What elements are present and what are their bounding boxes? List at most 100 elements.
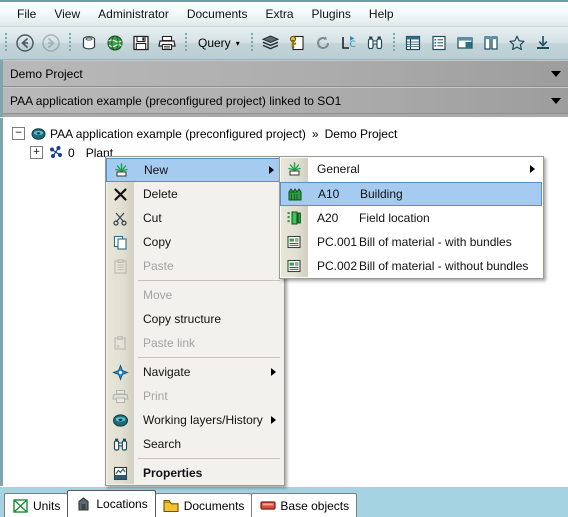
tree-node-root[interactable]: − PAA application example (preconfigured… [3,124,568,143]
tab-base-objects-label: Base objects [280,498,350,513]
query-button[interactable]: Query ▾ [192,34,246,52]
tab-documents-label: Documents [183,498,245,513]
menu-item-file[interactable]: File [8,5,45,23]
documents-icon [163,498,180,513]
layers-icon[interactable] [258,30,284,56]
form-icon[interactable] [452,30,478,56]
binoculars-icon [107,432,134,456]
navigate-icon [107,360,134,384]
forward-arrow-icon [38,30,64,56]
layers-sphere-icon [107,408,134,432]
context-menu-item-paste-label: Paste [143,259,174,273]
back-arrow-icon[interactable] [12,30,38,56]
globe-icon[interactable] [102,30,128,56]
copy-icon [107,230,134,254]
menu-item-administrator[interactable]: Administrator [89,5,178,23]
tab-locations[interactable]: Locations [67,490,156,517]
submenu-item-a10-label: Building [360,187,403,201]
context-menu-item-navigate[interactable]: Navigate [106,360,284,384]
tree-node-root-suffix: Demo Project [324,126,398,141]
menu-item-documents[interactable]: Documents [178,5,257,23]
menu-item-help[interactable]: Help [360,5,403,23]
context-menu-item-copy-structure-label: Copy structure [143,312,222,326]
project-combo[interactable]: Demo Project [3,60,568,87]
submenu-item-a20-code: A20 [317,211,339,225]
context-menu-item-new-label: New [144,163,169,177]
context-menu-item-copy[interactable]: Copy [106,230,284,254]
submenu-item-pc001-bom-with-bundles[interactable]: PC.001 Bill of material - with bundles [280,230,543,254]
context-menu-item-move-label: Move [143,288,173,302]
tab-documents[interactable]: Documents [154,493,253,517]
table-icon[interactable] [400,30,426,56]
context-menu-item-properties-label: Properties [143,466,203,480]
print-icon[interactable] [154,30,180,56]
toolbar-separator [185,33,187,53]
refresh-icon[interactable] [310,30,336,56]
context-menu-item-print: Print [106,384,284,408]
tab-base-objects[interactable]: Base objects [251,493,358,517]
building-icon [282,182,309,206]
columns-icon[interactable] [478,30,504,56]
tree-node-plant-number: 0 [68,145,75,160]
submenu-item-pc002-label: Bill of material - without bundles [359,259,529,273]
binoculars-icon[interactable] [362,30,388,56]
context-menu-separator [138,458,280,459]
redirect-icon[interactable]: C [336,30,362,56]
tab-units[interactable]: Units [4,493,69,517]
new-plant-icon [108,158,135,182]
submenu-item-general-label: General [317,162,360,176]
context-menu-item-copy-structure[interactable]: Copy structure [106,307,284,331]
context-menu-item-cut[interactable]: Cut [106,206,284,230]
application-combo[interactable]: PAA application example (preconfigured p… [3,87,568,114]
field-icon [281,206,308,230]
context-menu-item-paste-link-label: Paste link [143,336,196,350]
save-icon[interactable] [128,30,154,56]
context-menu-item-properties[interactable]: Properties [106,461,284,485]
context-menu-item-cut-label: Cut [143,211,162,225]
context-menu-separator [138,357,280,358]
context-menu: New Delete Cut Copy Paste Move Copy stru… [105,156,285,486]
list-icon[interactable] [426,30,452,56]
menu-item-extra[interactable]: Extra [257,5,303,23]
favorite-star-icon[interactable] [504,30,530,56]
context-menu-separator [138,280,280,281]
toolbar-separator [392,33,395,53]
context-menu-item-search-label: Search [143,437,182,451]
submenu-item-pc002-bom-without-bundles[interactable]: PC.002 Bill of material - without bundles [280,254,543,278]
context-menu-item-delete[interactable]: Delete [106,182,284,206]
toolbar-separator [5,33,7,53]
chevron-down-icon: ▾ [235,38,240,48]
menu-item-view[interactable]: View [45,5,89,23]
tree-expander-expand[interactable]: + [30,146,43,159]
database-icon[interactable] [76,30,102,56]
units-icon [12,498,29,513]
submenu-item-general[interactable]: General [280,157,543,181]
tree-node-separator: » [311,126,319,141]
context-menu-item-navigate-label: Navigate [143,365,191,379]
context-menu-item-print-label: Print [143,389,168,403]
submenu-arrow-icon [271,368,276,376]
no-icon-placeholder [107,283,134,307]
submenu-arrow-icon [530,165,535,173]
context-menu-item-search[interactable]: Search [106,432,284,456]
key-document-icon[interactable] [284,30,310,56]
context-menu-item-new[interactable]: New [106,158,283,182]
submenu-item-a20-field-location[interactable]: A20 Field location [280,206,543,230]
download-icon[interactable] [530,30,556,56]
menu-item-plugins[interactable]: Plugins [303,5,360,23]
document-icon [281,230,308,254]
submenu-item-a10-code: A10 [318,187,340,201]
submenu-item-a10-building[interactable]: A10 Building [280,182,542,206]
submenu-item-pc002-code: PC.002 [317,259,358,273]
tree-expander-collapse[interactable]: − [12,127,25,140]
application-window: File View Administrator Documents Extra … [0,0,568,517]
document-icon [281,254,308,278]
tab-units-label: Units [33,498,61,513]
context-menu-item-copy-label: Copy [143,235,172,249]
no-icon-placeholder [107,307,134,331]
chevron-down-icon[interactable] [551,70,561,77]
context-menu-item-delete-label: Delete [143,187,178,201]
chevron-down-icon[interactable] [551,97,561,104]
toolbar: Query ▾ C [0,26,568,60]
context-menu-item-working-layers[interactable]: Working layers/History [106,408,284,432]
